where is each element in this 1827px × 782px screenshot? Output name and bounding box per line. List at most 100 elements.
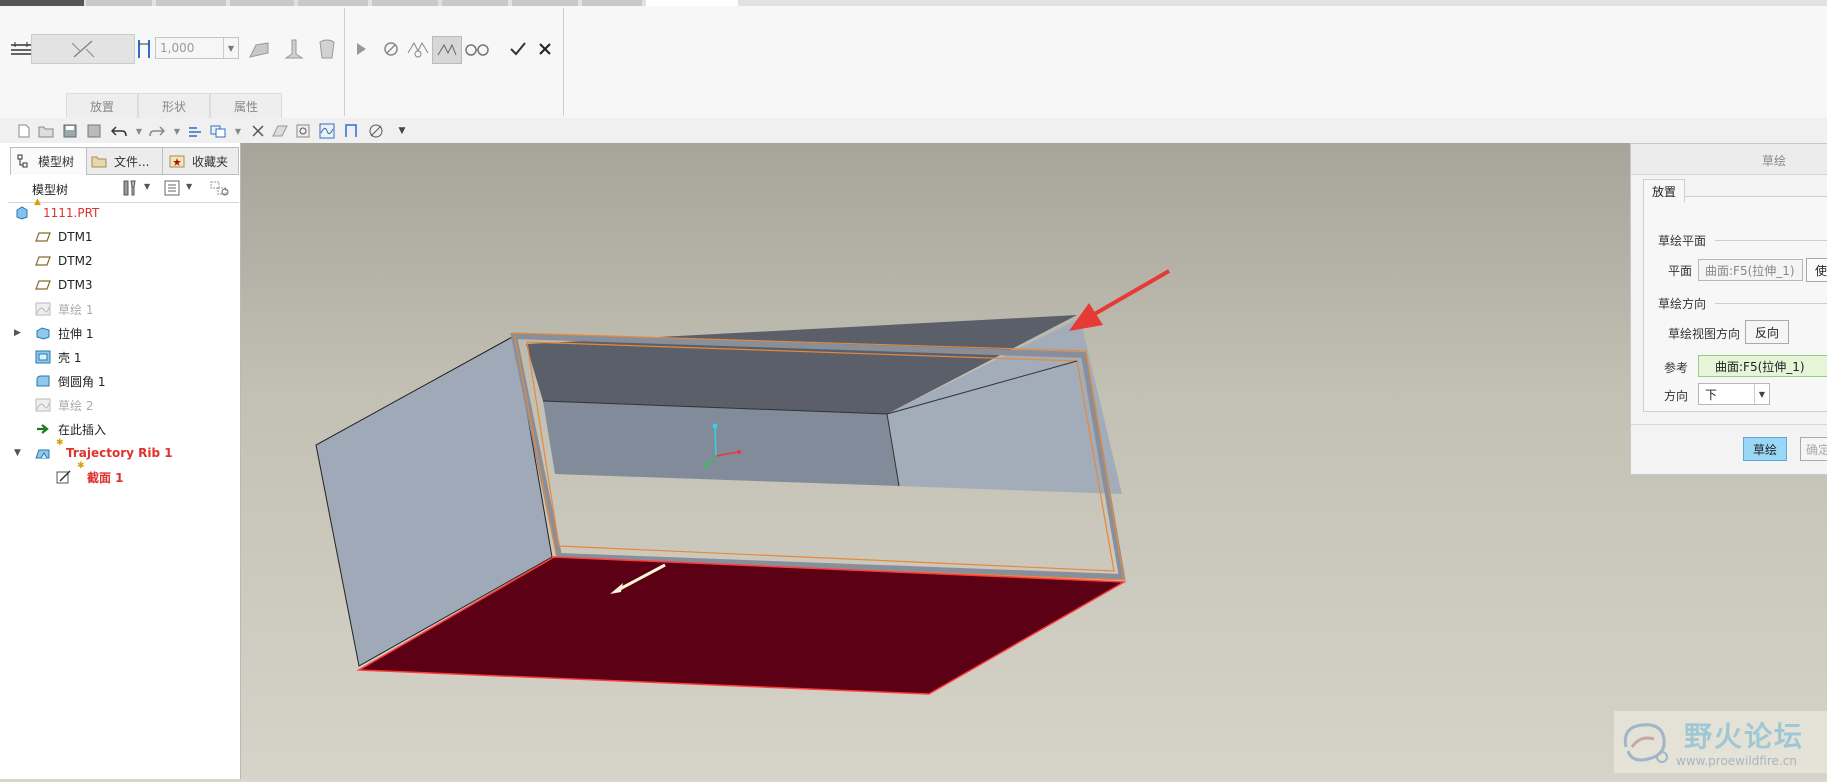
play-icon[interactable]: [352, 38, 370, 60]
tools-icon[interactable]: [120, 178, 140, 198]
spin-center-icon[interactable]: [295, 123, 311, 139]
reference-field[interactable]: 曲面:F5(拉伸_1): [1698, 355, 1827, 377]
tab-shape-label: 形状: [161, 99, 186, 114]
regenerate-icon[interactable]: [187, 123, 203, 139]
collapse-arrow-icon[interactable]: ▼: [14, 448, 24, 458]
tree-item-shell-1[interactable]: 壳 1: [35, 347, 81, 367]
chevron-down-icon[interactable]: ▼: [223, 38, 238, 58]
close-window-icon[interactable]: [250, 123, 266, 139]
tree-item-dtm2[interactable]: DTM2: [35, 251, 93, 271]
verify-mode-icon[interactable]: [432, 36, 462, 64]
tab-model-tree[interactable]: 模型树: [10, 147, 96, 175]
tree-item-trajectory-rib-1[interactable]: ▼ ✱ Trajectory Rib 1: [14, 438, 173, 463]
graphics-viewport[interactable]: [241, 143, 1827, 779]
sketch-button[interactable]: 草绘: [1743, 437, 1787, 461]
active-feature-marker-icon: ✱: [56, 438, 64, 448]
windows-dropdown-icon[interactable]: ▼: [230, 123, 246, 139]
ribbon-tab-stub[interactable]: [86, 0, 152, 6]
model-inner-floor[interactable]: [543, 401, 899, 486]
sketch-dialog: 草绘 放置 草绘平面 平面 曲面:F5(拉伸_1) 使 草绘方向 草绘视图方向 …: [1630, 143, 1827, 475]
reference-value: 曲面:F5(拉伸_1): [1715, 359, 1805, 374]
apply-check-icon[interactable]: [506, 37, 530, 61]
rib-thickness-icon[interactable]: [10, 40, 32, 58]
rib-top-icon[interactable]: [314, 36, 340, 62]
ribbon-tab-stub[interactable]: [372, 0, 438, 6]
toolbar-more-dropdown-icon[interactable]: ▼: [394, 123, 410, 139]
thickness-dimension-icon: [136, 38, 152, 60]
undo-dropdown-icon[interactable]: ▼: [131, 123, 147, 139]
settings-list-icon[interactable]: [163, 179, 181, 197]
tab-placement-dialog[interactable]: 放置: [1643, 179, 1685, 202]
tree-item-dtm3[interactable]: DTM3: [35, 275, 93, 295]
rib-icon: [35, 446, 51, 460]
model-3d-view[interactable]: [241, 143, 1827, 779]
redo-dropdown-icon[interactable]: ▼: [169, 123, 185, 139]
tree-item-dtm1[interactable]: DTM1: [35, 227, 93, 247]
plane-reference-field[interactable]: 曲面:F5(拉伸_1): [1698, 259, 1803, 281]
tree-item-round-1[interactable]: 倒圆角 1: [35, 371, 105, 391]
filter-icon[interactable]: [210, 179, 230, 197]
tab-shape[interactable]: 形状: [138, 93, 210, 119]
use-previous-button[interactable]: 使: [1806, 258, 1827, 282]
redo-icon[interactable]: [149, 123, 165, 139]
thickness-input[interactable]: 1,000 ▼: [155, 37, 239, 59]
tree-item-part[interactable]: ▲ 1111.PRT: [14, 197, 99, 223]
group-divider: [1715, 303, 1827, 304]
ribbon-tab-stub[interactable]: [646, 0, 738, 6]
tab-file-browser[interactable]: 文件...: [86, 147, 164, 175]
preview-icon[interactable]: [405, 37, 431, 61]
settings-dropdown-icon[interactable]: ▼: [186, 182, 192, 191]
ribbon-divider: [563, 8, 564, 116]
dialog-title: 草绘: [1762, 154, 1787, 168]
open-folder-icon[interactable]: [38, 123, 54, 139]
save-as-icon[interactable]: [86, 123, 102, 139]
tools-dropdown-icon[interactable]: ▼: [144, 182, 150, 191]
new-file-icon[interactable]: [16, 123, 32, 139]
reference-collector[interactable]: [31, 34, 135, 64]
tree-item-sketch-1[interactable]: 草绘 1: [35, 299, 93, 319]
ribbon-tab-stub[interactable]: [156, 0, 226, 6]
csys-display-icon[interactable]: [368, 123, 384, 139]
tab-favorites[interactable]: 收藏夹: [162, 147, 239, 175]
section-icon: [56, 470, 72, 484]
ribbon-tab-stub[interactable]: [582, 0, 642, 6]
tree-item-extrude-1[interactable]: ▶ 拉伸 1: [14, 323, 93, 343]
datum-display-icon[interactable]: [272, 123, 288, 139]
direction-select[interactable]: 下 ▼: [1698, 383, 1770, 405]
sketch-plane-group-label: 草绘平面: [1658, 234, 1707, 248]
tree-item-label: DTM1: [58, 230, 93, 244]
tree-item-section-1[interactable]: ✱ 截面 1: [56, 461, 124, 487]
cancel-x-icon[interactable]: [535, 38, 555, 60]
ribbon-divider: [344, 8, 345, 116]
rib-option-icon[interactable]: [246, 36, 272, 62]
tree-item-sketch-2[interactable]: 草绘 2: [35, 395, 93, 415]
pause-icon[interactable]: [380, 38, 402, 60]
tree-item-label: 倒圆角 1: [58, 374, 106, 389]
chevron-down-icon[interactable]: ▼: [1754, 384, 1769, 404]
ok-button[interactable]: 确定: [1800, 437, 1827, 461]
point-display-icon[interactable]: [343, 123, 359, 139]
ribbon-tab-stub[interactable]: [512, 0, 578, 6]
undo-icon[interactable]: [111, 123, 127, 139]
datum-plane-icon: [35, 278, 51, 292]
tab-properties-label: 属性: [233, 99, 258, 114]
tab-favorites-label: 收藏夹: [192, 154, 229, 169]
glasses-icon[interactable]: [464, 37, 490, 61]
ribbon-tab-stub[interactable]: [230, 0, 294, 6]
windows-icon[interactable]: [210, 123, 226, 139]
dialog-titlebar[interactable]: 草绘: [1631, 144, 1827, 175]
rib-profile-icon[interactable]: [281, 36, 307, 62]
expand-arrow-icon[interactable]: ▶: [14, 328, 24, 338]
ribbon-tab-stub[interactable]: [298, 0, 368, 6]
flip-direction-button[interactable]: 反向: [1745, 320, 1789, 344]
save-icon[interactable]: [62, 123, 78, 139]
tab-properties[interactable]: 属性: [210, 93, 282, 119]
ribbon-tab-stub[interactable]: [442, 0, 508, 6]
curve-display-icon[interactable]: [319, 123, 335, 139]
tree-item-label: DTM2: [58, 254, 93, 268]
tree-item-label: 拉伸 1: [58, 326, 94, 341]
tab-placement[interactable]: 放置: [66, 93, 138, 119]
watermark-url: www.proewildfire.cn: [1676, 754, 1797, 768]
view-direction-label: 草绘视图方向: [1668, 327, 1741, 341]
tree-item-insert-here[interactable]: 在此插入: [35, 419, 106, 439]
